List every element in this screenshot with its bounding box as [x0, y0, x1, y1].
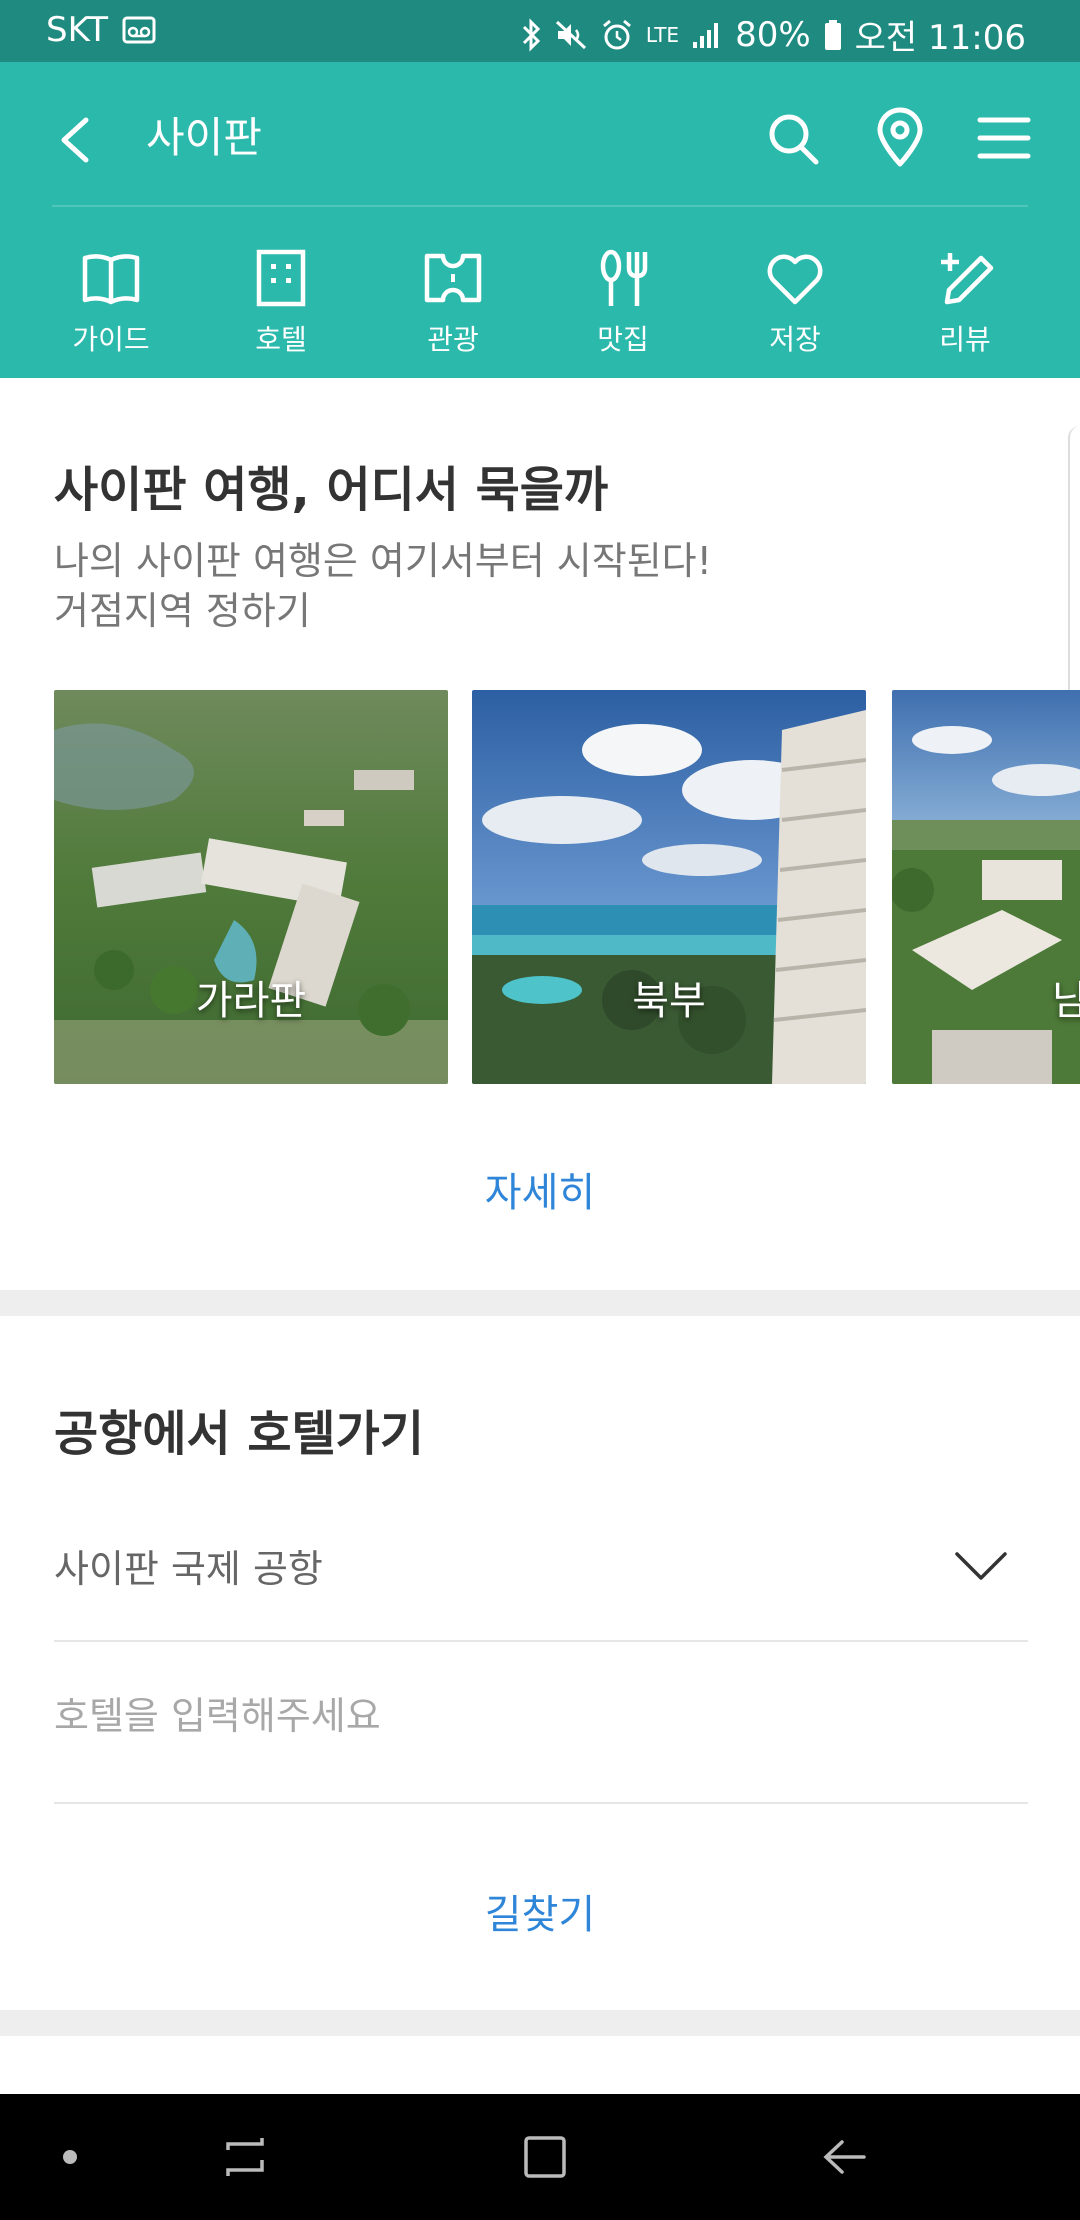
section-divider [0, 1290, 1080, 1316]
search-button[interactable] [764, 106, 824, 170]
recent-apps-icon [226, 2138, 264, 2176]
stay-subtitle-line2: 거점지역 정하기 [54, 589, 311, 633]
header-divider [52, 205, 1028, 207]
nav-label-sightseeing: 관광 [427, 323, 479, 356]
system-back-button[interactable] [800, 2094, 890, 2220]
chevron-down-icon [955, 1552, 1007, 1580]
hamburger-menu-icon [977, 117, 1031, 159]
edit-icon [941, 253, 994, 305]
hotel-search-input[interactable] [54, 1694, 954, 1738]
nav-item-hotel[interactable]: 호텔 [196, 240, 366, 378]
stay-section-title: 사이판 여행, 어디서 묵을까 [54, 462, 609, 518]
network-type-label: LTE [645, 22, 680, 47]
nav-label-review: 리뷰 [939, 323, 991, 356]
hotel-icon [256, 249, 306, 307]
nav-item-saved[interactable]: 저장 [710, 240, 880, 378]
bluetooth-icon [520, 17, 542, 52]
stay-section-subtitle: 나의 사이판 여행은 여기서부터 시작된다! 거점지역 정하기 [54, 536, 712, 636]
area-card-label: 남부 [1052, 978, 1080, 1024]
nav-item-restaurant[interactable]: 맛집 [538, 240, 708, 378]
alarm-icon [600, 18, 634, 52]
back-arrow-icon [823, 2140, 866, 2174]
battery-percent: 80% [735, 14, 811, 55]
nav-label-saved: 저장 [769, 323, 821, 356]
restaurant-icon [600, 249, 648, 306]
hotel-input-row [54, 1642, 1028, 1804]
app-header: 사이판 가이드 호텔 관광 맛집 저장 리뷰 [0, 62, 1080, 378]
nav-label-restaurant: 맛집 [597, 323, 649, 356]
home-square-icon [524, 2136, 566, 2178]
nav-item-guide[interactable]: 가이드 [26, 240, 196, 378]
nav-item-sightseeing[interactable]: 관광 [368, 240, 538, 378]
section-divider [0, 2010, 1080, 2036]
back-button[interactable] [52, 110, 108, 170]
nav-dot-button[interactable] [40, 2094, 100, 2220]
location-pin-icon [877, 107, 923, 167]
dot-icon [63, 2150, 77, 2164]
ticket-icon [424, 253, 482, 303]
status-bar: SKT LTE 80% 오전 11:06 [0, 0, 1080, 62]
more-details-link[interactable]: 자세히 [0, 1160, 1080, 1218]
airport-section-title: 공항에서 호텔가기 [54, 1406, 424, 1462]
area-card-garapan[interactable]: 가라판 [54, 690, 448, 1084]
search-icon [769, 114, 819, 165]
battery-icon [823, 19, 843, 51]
area-card-south[interactable]: 남부 [892, 690, 1080, 1084]
map-location-button[interactable] [870, 106, 930, 170]
nav-item-review[interactable]: 리뷰 [880, 240, 1050, 378]
area-carousel[interactable]: 가라판 북부 남 [54, 690, 1080, 1084]
recent-apps-button[interactable] [200, 2094, 290, 2220]
next-section-top [0, 2036, 1080, 2094]
area-card-label: 북부 [632, 978, 706, 1024]
area-card-label: 가라판 [195, 978, 307, 1024]
menu-button[interactable] [974, 106, 1034, 170]
stay-subtitle-line1: 나의 사이판 여행은 여기서부터 시작된다! [54, 539, 712, 583]
heart-icon [767, 254, 823, 305]
area-card-north[interactable]: 북부 [472, 690, 866, 1084]
book-icon [82, 254, 140, 305]
airport-select[interactable]: 사이판 국제 공항 [54, 1502, 1028, 1642]
airport-transfer-section: 공항에서 호텔가기 사이판 국제 공항 길찾기 [0, 1316, 1080, 2010]
stay-section: 사이판 여행, 어디서 묵을까 나의 사이판 여행은 여기서부터 시작된다! 거… [0, 378, 1080, 1290]
home-button[interactable] [500, 2094, 590, 2220]
back-arrow-icon [61, 117, 89, 163]
clock-label: 오전 11:06 [854, 18, 1026, 58]
carrier-label: SKT [46, 10, 109, 50]
category-nav: 가이드 호텔 관광 맛집 저장 리뷰 [0, 240, 1080, 378]
voicemail-icon [122, 16, 156, 44]
signal-icon [691, 20, 723, 50]
find-route-button[interactable]: 길찾기 [0, 1882, 1080, 1940]
nav-label-guide: 가이드 [72, 323, 150, 356]
mute-icon [554, 19, 588, 51]
system-nav-bar [0, 2094, 1080, 2220]
nav-label-hotel: 호텔 [255, 323, 307, 356]
page-title: 사이판 [146, 113, 262, 162]
airport-select-value: 사이판 국제 공항 [54, 1547, 323, 1591]
